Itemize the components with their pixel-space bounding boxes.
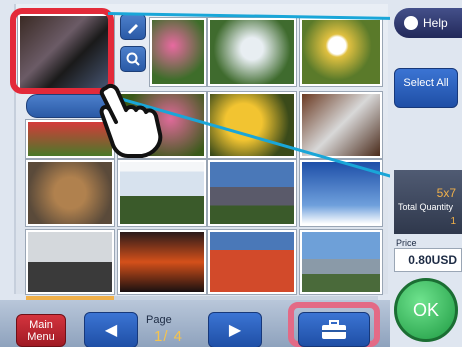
edit-button[interactable] xyxy=(120,14,146,40)
photo-thumb-tabby-cat[interactable] xyxy=(26,160,114,226)
main-menu-label: Main Menu xyxy=(27,319,55,343)
photo-thumb-sunset[interactable] xyxy=(118,230,206,294)
pencil-icon xyxy=(128,24,138,34)
help-icon xyxy=(404,16,418,30)
page-number: 1/ 4 xyxy=(154,328,184,345)
photo-kiosk-screen: Help Select All 5x7 Total Quantity 1 Pri… xyxy=(0,0,462,347)
prev-page-button[interactable]: ◀ xyxy=(84,312,138,347)
photo-thumb-cats-ledge[interactable] xyxy=(26,230,114,294)
toolbox-button[interactable] xyxy=(298,312,370,347)
main-menu-button[interactable]: Main Menu xyxy=(16,314,66,347)
price-value: 0.80USD xyxy=(408,253,457,267)
total-quantity-label: Total Quantity xyxy=(398,202,454,212)
help-label: Help xyxy=(423,16,448,30)
select-all-label: Select All xyxy=(403,77,449,89)
order-summary: 5x7 Total Quantity 1 xyxy=(394,170,462,234)
photo-thumb-red-trees[interactable] xyxy=(208,230,296,294)
select-all-button[interactable]: Select All xyxy=(394,68,458,108)
zoom-button[interactable] xyxy=(120,46,146,72)
photo-thumb-stadium[interactable] xyxy=(300,230,382,294)
print-size: 5x7 xyxy=(436,186,456,200)
next-page-button[interactable]: ▶ xyxy=(208,312,262,347)
photo-thumb-white-lily[interactable] xyxy=(208,18,296,86)
next-arrow-icon: ▶ xyxy=(228,322,242,339)
price-label: Price xyxy=(396,238,417,248)
photo-thumb-yellow-pansies[interactable] xyxy=(208,92,296,158)
page-indicator: Page 1/ 4 xyxy=(142,310,200,347)
toolbox-icon xyxy=(322,319,346,339)
page-label: Page xyxy=(146,314,172,326)
ok-label: OK xyxy=(412,299,439,320)
prev-arrow-icon: ◀ xyxy=(104,322,118,339)
photo-thumb-mountain-small[interactable] xyxy=(118,160,206,226)
help-button[interactable]: Help xyxy=(394,8,462,38)
photo-thumb-mountain[interactable] xyxy=(208,160,296,226)
zoom-icon xyxy=(126,52,140,66)
photo-thumb-daisies[interactable] xyxy=(300,18,382,86)
photo-thumb-cat-lying[interactable] xyxy=(300,92,382,158)
total-quantity-value: 1 xyxy=(450,216,456,227)
price-box: 0.80USD xyxy=(394,248,462,272)
ok-button[interactable]: OK xyxy=(394,278,458,342)
pointing-hand-icon xyxy=(99,83,163,158)
thumb-tools xyxy=(120,14,146,78)
photo-thumb-flowers[interactable] xyxy=(150,18,206,86)
